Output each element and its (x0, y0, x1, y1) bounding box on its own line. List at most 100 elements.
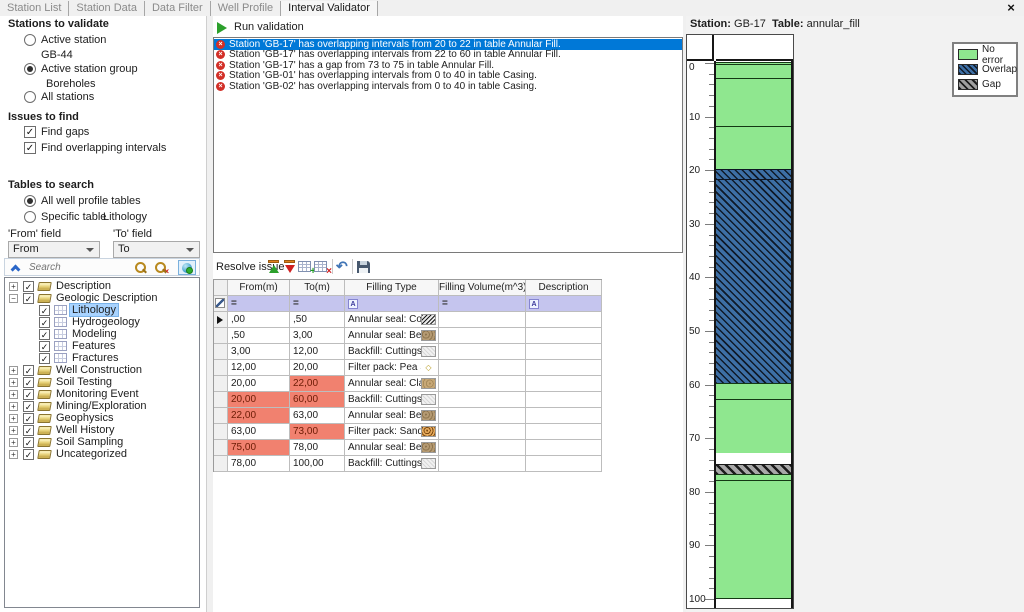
cell-filling-type[interactable]: Filter pack: Sand (345, 424, 439, 440)
cell-filling-type[interactable]: Annular seal: Bent (345, 440, 439, 456)
cell-filling-type[interactable]: Filter pack: Pea Sto◇ (345, 360, 439, 376)
close-icon[interactable]: × (1004, 1, 1018, 15)
tree-item-description[interactable]: +Description (5, 280, 199, 292)
cell-from[interactable]: 3,00 (228, 344, 290, 360)
cell-filling-volume[interactable] (439, 392, 526, 408)
radio-active-station[interactable] (24, 34, 36, 46)
tree-item-features[interactable]: Features (5, 340, 199, 352)
radio-all-stations[interactable] (24, 91, 36, 103)
cell-filling-type[interactable]: Backfill: Cuttings (345, 456, 439, 472)
cell-description[interactable] (526, 392, 602, 408)
extend-down-button[interactable] (282, 259, 298, 275)
tab-station-list[interactable]: Station List (0, 1, 69, 16)
filter-cell-filling-type[interactable]: A (345, 296, 439, 312)
cell-to[interactable]: 100,00 (290, 456, 345, 472)
cell-description[interactable] (526, 424, 602, 440)
tree-checkbox[interactable] (23, 425, 34, 436)
expand-icon[interactable]: + (9, 378, 18, 387)
row-header-cell[interactable] (214, 424, 228, 440)
cell-from[interactable]: 12,00 (228, 360, 290, 376)
tree-item-geologic-description[interactable]: −Geologic Description (5, 292, 199, 304)
cell-description[interactable] (526, 360, 602, 376)
tree-item-fractures[interactable]: Fractures (5, 352, 199, 364)
checkbox-find-overlapping-intervals[interactable] (24, 142, 36, 154)
tree-checkbox[interactable] (39, 353, 50, 364)
radio-all-well-profile-tables[interactable] (24, 195, 36, 207)
error-row[interactable]: Station 'GB-17' has a gap from 73 to 75 … (214, 60, 682, 71)
tab-station-data[interactable]: Station Data (69, 1, 145, 16)
expand-icon[interactable]: + (9, 426, 18, 435)
error-row[interactable]: Station 'GB-17' has overlapping interval… (214, 50, 682, 61)
collapse-icon[interactable]: − (9, 294, 18, 303)
radio-specific-table[interactable] (24, 211, 36, 223)
tree-checkbox[interactable] (23, 437, 34, 448)
tab-data-filter[interactable]: Data Filter (145, 1, 211, 16)
search-input[interactable] (29, 260, 121, 274)
cell-filling-volume[interactable] (439, 408, 526, 424)
tree-item-well-history[interactable]: +Well History (5, 424, 199, 436)
filter-edit-cell[interactable] (214, 296, 228, 312)
row-header-cell[interactable] (214, 328, 228, 344)
cell-to[interactable]: 60,00 (290, 392, 345, 408)
tree-checkbox[interactable] (39, 305, 50, 316)
cell-from[interactable]: 63,00 (228, 424, 290, 440)
row-header-cell[interactable] (214, 344, 228, 360)
row-header-cell[interactable] (214, 456, 228, 472)
error-row[interactable]: Station 'GB-17' has overlapping interval… (214, 39, 682, 50)
run-validation-button[interactable]: Run validation (234, 21, 304, 33)
from-field-combobox[interactable]: From (8, 241, 100, 258)
cell-to[interactable]: 63,00 (290, 408, 345, 424)
collapse-chevron-icon[interactable] (11, 265, 21, 275)
radio-active-station-group[interactable] (24, 63, 36, 75)
tree-item-mining-exploration[interactable]: +Mining/Exploration (5, 400, 199, 412)
expand-icon[interactable]: + (9, 414, 18, 423)
to-field-combobox[interactable]: To (113, 241, 200, 258)
row-header-cell[interactable] (214, 392, 228, 408)
tree-item-monitoring-event[interactable]: +Monitoring Event (5, 388, 199, 400)
column-header-from-m[interactable]: From(m) (228, 280, 290, 296)
tree-checkbox[interactable] (23, 377, 34, 388)
expand-icon[interactable]: + (9, 438, 18, 447)
cell-from[interactable]: 78,00 (228, 456, 290, 472)
row-header-cell[interactable] (214, 440, 228, 456)
cell-from[interactable]: 20,00 (228, 376, 290, 392)
cell-to[interactable]: 3,00 (290, 328, 345, 344)
expand-icon[interactable]: + (9, 282, 18, 291)
cell-description[interactable] (526, 344, 602, 360)
cell-filling-volume[interactable] (439, 440, 526, 456)
cell-from[interactable]: 75,00 (228, 440, 290, 456)
tab-interval-validator[interactable]: Interval Validator (281, 1, 378, 16)
tab-well-profile[interactable]: Well Profile (211, 1, 281, 16)
row-header-cell[interactable] (214, 312, 228, 328)
cell-filling-volume[interactable] (439, 312, 526, 328)
row-header-cell[interactable] (214, 376, 228, 392)
filter-cell-filling-volume-m-3[interactable]: = (439, 296, 526, 312)
tree-checkbox[interactable] (23, 413, 34, 424)
row-header-cell[interactable] (214, 360, 228, 376)
extend-up-button[interactable] (266, 259, 282, 275)
tree-checkbox[interactable] (39, 317, 50, 328)
cell-from[interactable]: ,50 (228, 328, 290, 344)
cell-to[interactable]: 22,00 (290, 376, 345, 392)
tree-item-soil-sampling[interactable]: +Soil Sampling (5, 436, 199, 448)
column-header-filling-volume-m-3[interactable]: Filling Volume(m^3) (439, 280, 526, 296)
column-header-to-m[interactable]: To(m) (290, 280, 345, 296)
error-row[interactable]: Station 'GB-02' has overlapping interval… (214, 81, 682, 92)
tree-checkbox[interactable] (23, 365, 34, 376)
search-icon[interactable] (133, 261, 147, 275)
cell-filling-volume[interactable] (439, 424, 526, 440)
filter-cell-to-m[interactable]: = (290, 296, 345, 312)
cell-from[interactable]: 20,00 (228, 392, 290, 408)
expand-icon[interactable]: + (9, 402, 18, 411)
cell-filling-type[interactable]: Backfill: Cuttings (345, 392, 439, 408)
undo-button[interactable]: ↶ (336, 259, 352, 275)
expand-icon[interactable]: + (9, 390, 18, 399)
cell-description[interactable] (526, 312, 602, 328)
cell-filling-volume[interactable] (439, 456, 526, 472)
tree-item-hydrogeology[interactable]: Hydrogeology (5, 316, 199, 328)
tree-checkbox[interactable] (39, 329, 50, 340)
cell-description[interactable] (526, 456, 602, 472)
cell-filling-volume[interactable] (439, 360, 526, 376)
tree-checkbox[interactable] (23, 281, 34, 292)
cell-filling-type[interactable]: Annular seal: Con (345, 312, 439, 328)
